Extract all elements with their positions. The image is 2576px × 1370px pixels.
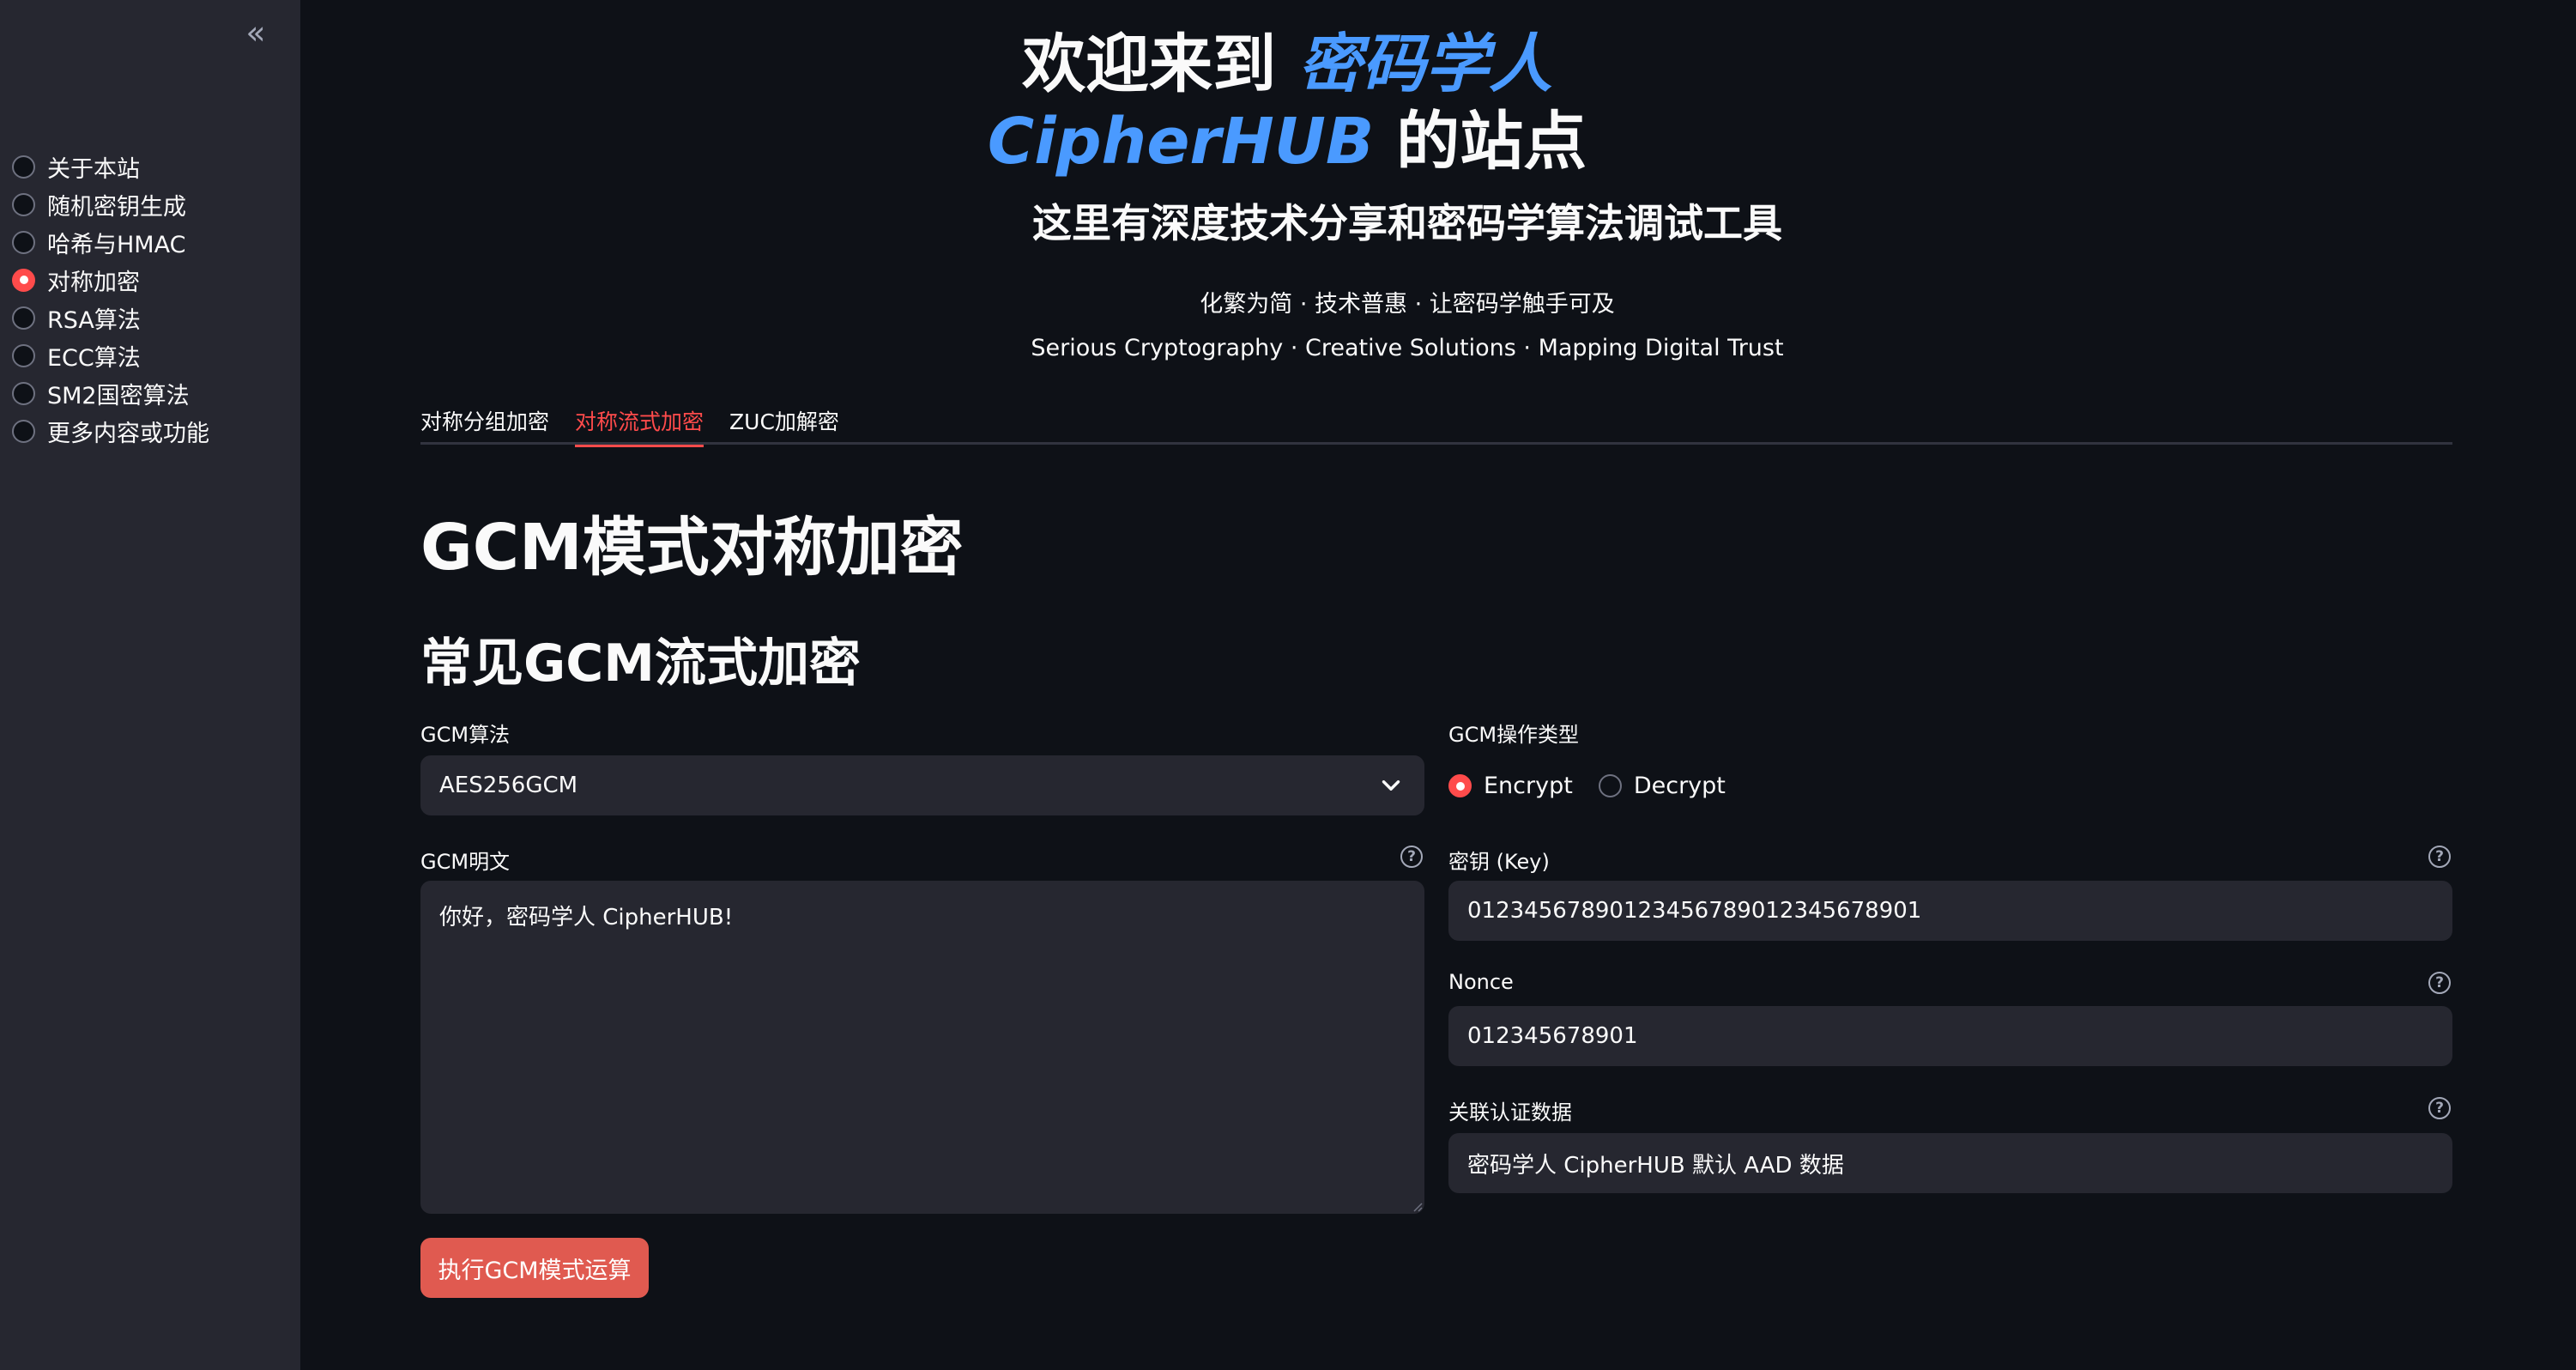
tab-zuc[interactable]: ZUC加解密 [729, 397, 839, 445]
sidebar-item-label: ECC算法 [47, 344, 141, 372]
sidebar: « 关于本站 随机密钥生成 哈希与HMAC 对称加密 RSA算法 ECC算法 S… [0, 0, 300, 1370]
radio-icon [1598, 774, 1622, 797]
page-subtitle: 这里有深度技术分享和密码学算法调试工具 [1032, 200, 1782, 246]
key-input[interactable]: 01234567890123456789012345678901 [1448, 881, 2452, 941]
aad-input[interactable]: 密码学人 CipherHUB 默认 AAD 数据 [1448, 1133, 2452, 1193]
aad-label: 关联认证数据 [1448, 1100, 1572, 1124]
sidebar-item-ecc[interactable]: ECC算法 [12, 336, 209, 374]
main-content: 欢迎来到 密码学人CipherHUB 的站点 这里有深度技术分享和密码学算法调试… [300, 0, 2576, 1370]
nonce-input[interactable]: 012345678901 [1448, 1006, 2452, 1066]
section-title: GCM模式对称加密 [420, 511, 964, 585]
plaintext-value: 你好，密码学人 CipherHUB! [439, 905, 734, 931]
sidebar-item-rsa[interactable]: RSA算法 [12, 299, 209, 336]
collapse-sidebar-icon[interactable]: « [239, 15, 273, 50]
nonce-value: 012345678901 [1467, 1023, 1638, 1049]
resize-handle-icon[interactable] [1411, 1200, 1423, 1212]
radio-icon [12, 230, 35, 254]
sidebar-item-label: 哈希与HMAC [47, 231, 186, 258]
plaintext-label: GCM明文 [420, 850, 511, 874]
sidebar-item-sm2[interactable]: SM2国密算法 [12, 374, 209, 412]
run-gcm-button[interactable]: 执行GCM模式运算 [420, 1238, 649, 1298]
subsection-title: 常见GCM流式加密 [420, 633, 861, 694]
sidebar-item-about[interactable]: 关于本站 [12, 148, 209, 185]
operation-encrypt-label: Encrypt [1484, 773, 1573, 799]
chevron-down-icon [1382, 780, 1400, 791]
operation-radio-group: Encrypt Decrypt [1448, 773, 1751, 799]
slogan-english: Serious Cryptography · Creative Solution… [1031, 335, 1784, 361]
title-prefix: 欢迎来到 [1022, 27, 1298, 101]
radio-icon [12, 419, 35, 443]
nonce-help-icon[interactable]: ? [2428, 972, 2451, 994]
radio-icon [12, 343, 35, 367]
radio-checked-icon [12, 268, 35, 292]
slogan-chinese: 化繁为简 · 技术普惠 · 让密码学触手可及 [1200, 291, 1615, 318]
key-value: 01234567890123456789012345678901 [1467, 898, 1922, 924]
hero: 欢迎来到 密码学人CipherHUB 的站点 [978, 26, 1596, 180]
key-label: 密钥 (Key) [1448, 850, 1550, 874]
plaintext-help-icon[interactable]: ? [1400, 846, 1423, 868]
tab-bar: 对称分组加密 对称流式加密 ZUC加解密 [420, 397, 2452, 447]
radio-icon [12, 192, 35, 216]
sidebar-item-symmetric[interactable]: 对称加密 [12, 261, 209, 299]
radio-checked-icon [1448, 774, 1472, 797]
operation-label: GCM操作类型 [1448, 723, 1580, 747]
sidebar-item-hash-hmac[interactable]: 哈希与HMAC [12, 223, 209, 261]
sidebar-item-label: 随机密钥生成 [47, 193, 186, 221]
radio-icon [12, 155, 35, 179]
sidebar-item-random-key[interactable]: 随机密钥生成 [12, 185, 209, 223]
sidebar-item-label: SM2国密算法 [47, 382, 190, 409]
sidebar-item-label: 关于本站 [47, 155, 140, 183]
sidebar-item-label: RSA算法 [47, 306, 141, 334]
key-help-icon[interactable]: ? [2428, 846, 2451, 868]
sidebar-item-more[interactable]: 更多内容或功能 [12, 412, 209, 450]
sidebar-item-label: 更多内容或功能 [47, 420, 209, 447]
operation-decrypt-label: Decrypt [1633, 773, 1726, 799]
nonce-label: Nonce [1448, 970, 1514, 994]
plaintext-textarea[interactable]: 你好，密码学人 CipherHUB! [420, 881, 1424, 1214]
algorithm-selected-value: AES256GCM [439, 773, 578, 798]
operation-encrypt-option[interactable]: Encrypt [1448, 773, 1573, 799]
title-suffix: 的站点 [1374, 105, 1587, 179]
aad-help-icon[interactable]: ? [2428, 1097, 2451, 1119]
sidebar-nav: 关于本站 随机密钥生成 哈希与HMAC 对称加密 RSA算法 ECC算法 SM2… [12, 148, 209, 450]
algorithm-label: GCM算法 [420, 723, 511, 747]
sidebar-item-label: 对称加密 [47, 269, 140, 296]
tab-block-cipher[interactable]: 对称分组加密 [420, 397, 549, 445]
operation-decrypt-option[interactable]: Decrypt [1598, 773, 1726, 799]
tab-stream-cipher[interactable]: 对称流式加密 [575, 397, 704, 447]
radio-icon [12, 381, 35, 405]
aad-value: 密码学人 CipherHUB 默认 AAD 数据 [1467, 1152, 1844, 1179]
radio-icon [12, 306, 35, 330]
algorithm-select[interactable]: AES256GCM [420, 755, 1424, 815]
page-title: 欢迎来到 密码学人CipherHUB 的站点 [978, 26, 1596, 180]
